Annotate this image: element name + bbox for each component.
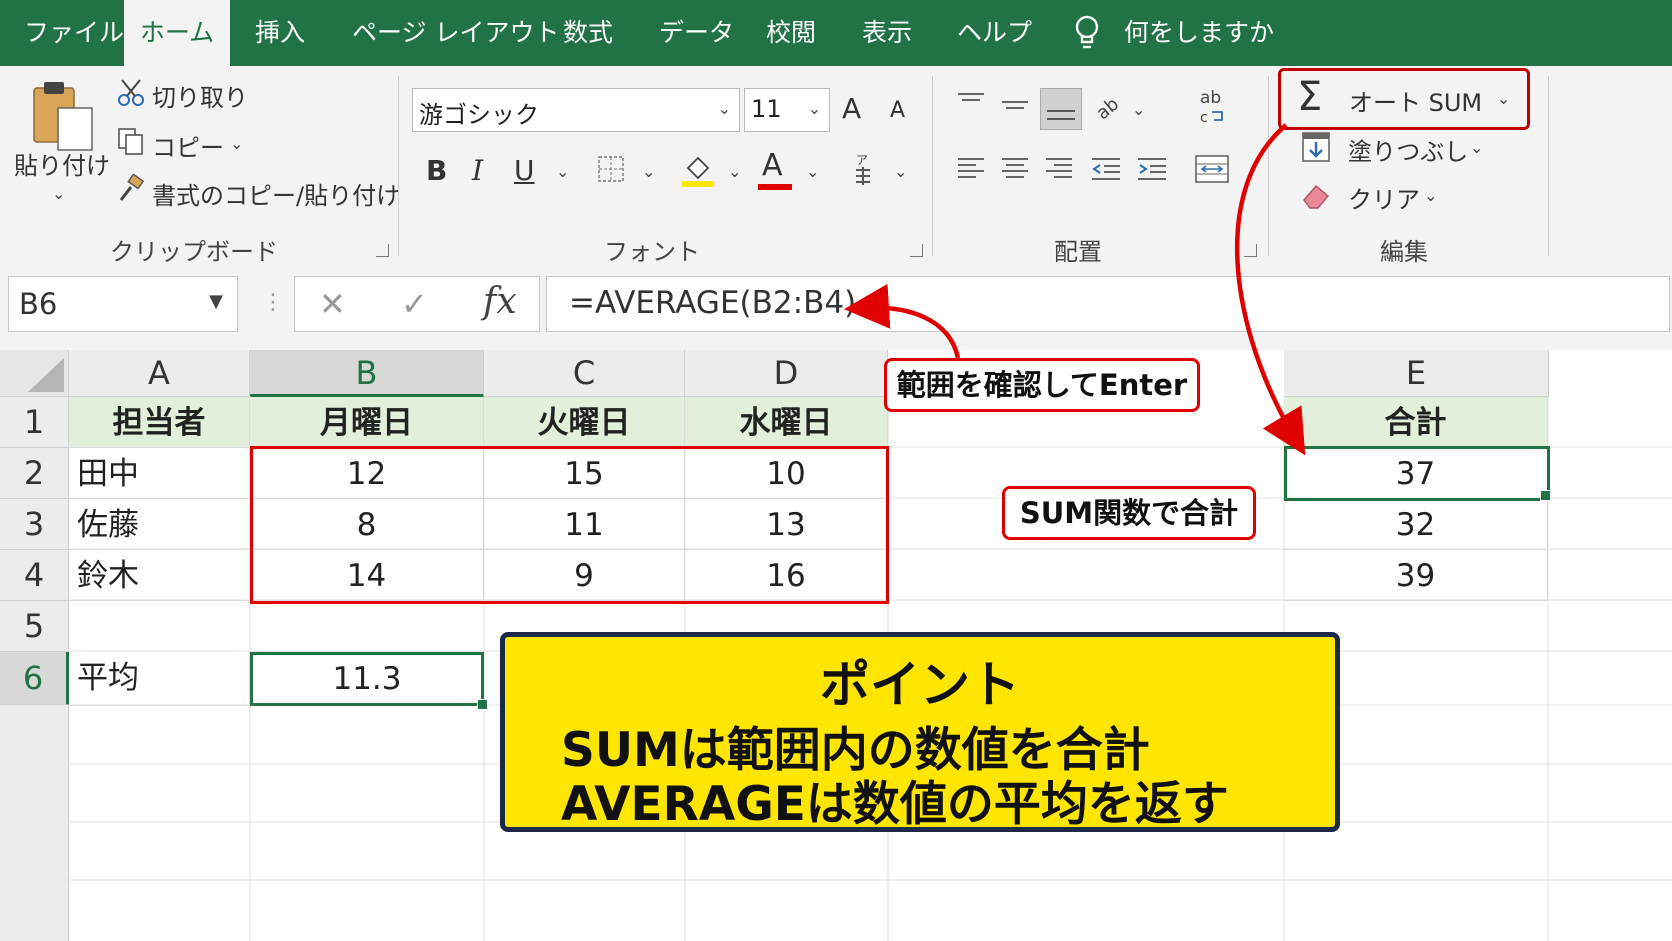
point-line-2: AVERAGEは数値の平均を返す (561, 777, 1229, 832)
callout-confirm-range: 範囲を確認してEnter (884, 358, 1200, 412)
point-title: ポイント (820, 656, 1020, 714)
callout-sum-total: SUM関数で合計 (1002, 486, 1256, 540)
point-box: ポイント SUMは範囲内の数値を合計 AVERAGEは数値の平均を返す (500, 632, 1340, 832)
